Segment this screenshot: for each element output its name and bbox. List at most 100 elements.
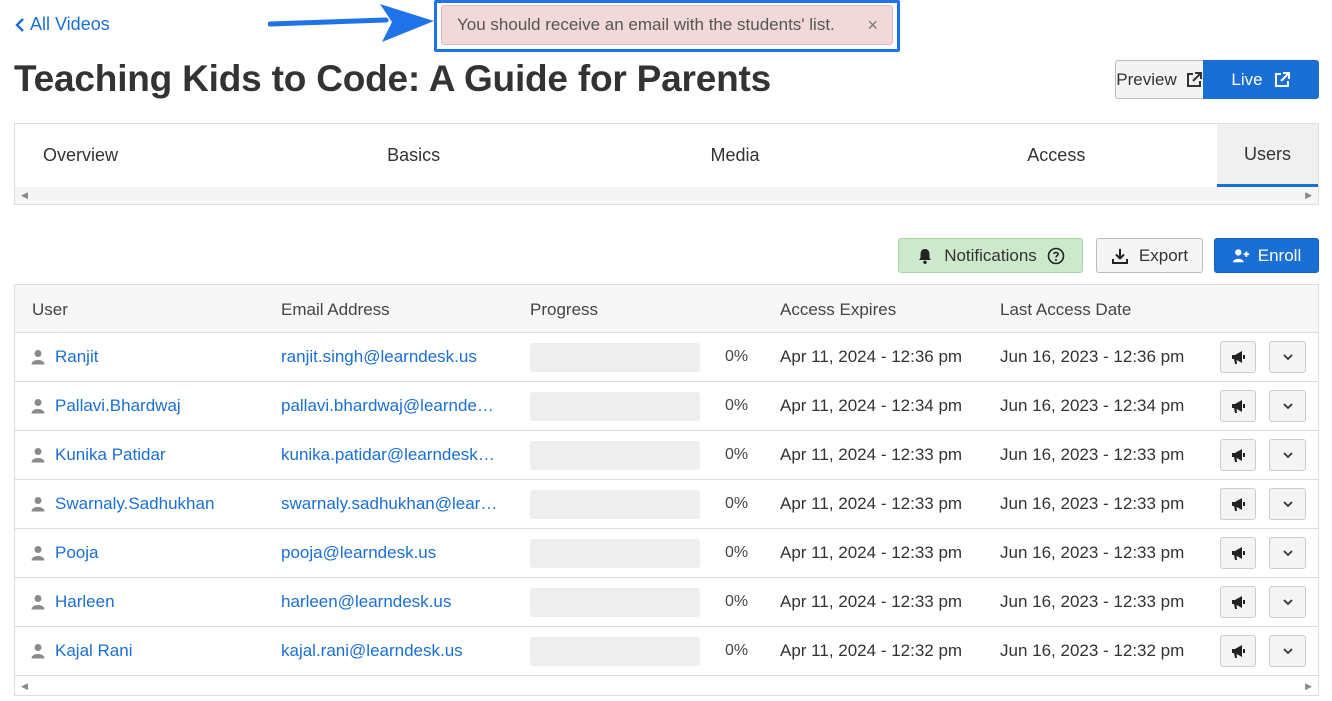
announce-button[interactable] (1220, 488, 1256, 520)
user-icon (31, 595, 45, 610)
megaphone-icon (1232, 645, 1245, 658)
user-cell[interactable]: Kajal Rani (31, 641, 133, 661)
table-scrollbar[interactable]: ◀ ▶ (15, 678, 1318, 695)
help-circle-icon (1047, 247, 1065, 264)
last-access-date: Jun 16, 2023 - 12:34 pm (1000, 396, 1185, 415)
tabs-scrollbar[interactable]: ◀ ▶ (15, 187, 1318, 204)
notifications-button[interactable]: Notifications (898, 238, 1083, 273)
user-name[interactable]: Swarnaly.Sadhukhan (55, 494, 214, 514)
user-icon (31, 497, 45, 512)
external-link-icon (1274, 71, 1290, 87)
access-expires: Apr 11, 2024 - 12:33 pm (780, 445, 963, 464)
last-access-date: Jun 16, 2023 - 12:33 pm (1000, 494, 1185, 513)
progress-percent: 0% (725, 446, 749, 463)
progress-bar (530, 441, 700, 470)
user-name[interactable]: Ranjit (55, 347, 98, 367)
user-name[interactable]: Kunika Patidar (55, 445, 166, 465)
row-menu-button[interactable] (1269, 537, 1306, 569)
progress-bar (530, 539, 700, 568)
email-link[interactable]: pooja@learndesk.us (281, 543, 436, 563)
row-menu-button[interactable] (1269, 586, 1306, 618)
last-access-date: Jun 16, 2023 - 12:33 pm (1000, 543, 1185, 562)
megaphone-icon (1232, 596, 1245, 609)
user-icon (31, 448, 45, 463)
user-cell[interactable]: Pooja (31, 543, 98, 563)
user-name[interactable]: Pallavi.Bhardwaj (55, 396, 181, 416)
header-user[interactable]: User (32, 300, 68, 320)
toast-message: You should receive an email with the stu… (457, 15, 835, 34)
preview-live-group: Preview Live (1115, 60, 1319, 99)
access-expires: Apr 11, 2024 - 12:33 pm (780, 543, 963, 562)
user-cell[interactable]: Kunika Patidar (31, 445, 166, 465)
chevron-down-icon (1282, 354, 1293, 361)
user-cell[interactable]: Ranjit (31, 347, 98, 367)
row-menu-button[interactable] (1269, 341, 1306, 373)
row-menu-button[interactable] (1269, 390, 1306, 422)
scroll-left-icon[interactable]: ◀ (21, 681, 28, 692)
progress-percent: 0% (725, 495, 749, 512)
email-link[interactable]: kunika.patidar@learndesk.us (281, 445, 499, 465)
tab-access[interactable]: Access (896, 124, 1217, 187)
tab-media[interactable]: Media (574, 124, 895, 187)
progress-bar (530, 637, 700, 666)
external-link-icon (1186, 71, 1202, 87)
tab-basics[interactable]: Basics (253, 124, 574, 187)
chevron-down-icon (1282, 599, 1293, 606)
scroll-right-icon[interactable]: ▶ (1305, 190, 1312, 201)
announce-button[interactable] (1220, 537, 1256, 569)
enroll-button[interactable]: Enroll (1214, 238, 1319, 273)
close-icon[interactable]: × (867, 15, 878, 36)
announce-button[interactable] (1220, 341, 1256, 373)
live-button[interactable]: Live (1203, 60, 1319, 99)
row-menu-button[interactable] (1269, 635, 1306, 667)
user-cell[interactable]: Pallavi.Bhardwaj (31, 396, 181, 416)
last-access-date: Jun 16, 2023 - 12:33 pm (1000, 445, 1185, 464)
email-link[interactable]: swarnaly.sadhukhan@learndesk.us (281, 494, 499, 514)
scroll-left-icon[interactable]: ◀ (21, 190, 28, 201)
preview-button[interactable]: Preview (1115, 60, 1203, 99)
user-name[interactable]: Harleen (55, 592, 115, 612)
tab-users[interactable]: Users (1216, 124, 1318, 187)
announce-button[interactable] (1220, 635, 1256, 667)
user-icon (31, 399, 45, 414)
megaphone-icon (1232, 400, 1245, 413)
progress-percent: 0% (725, 348, 749, 365)
megaphone-icon (1232, 351, 1245, 364)
progress-bar (530, 588, 700, 617)
row-menu-button[interactable] (1269, 488, 1306, 520)
email-link[interactable]: ranjit.singh@learndesk.us (281, 347, 477, 367)
chevron-down-icon (1282, 452, 1293, 459)
scroll-right-icon[interactable]: ▶ (1305, 681, 1312, 692)
user-name[interactable]: Kajal Rani (55, 641, 133, 661)
back-link-all-videos[interactable]: All Videos (14, 14, 110, 35)
email-link[interactable]: harleen@learndesk.us (281, 592, 451, 612)
table-header: User Email Address Progress Access Expir… (15, 285, 1318, 333)
users-table: User Email Address Progress Access Expir… (14, 284, 1319, 696)
email-link[interactable]: pallavi.bhardwaj@learndesk.us (281, 396, 499, 416)
row-menu-button[interactable] (1269, 439, 1306, 471)
table-row: Pallavi.Bhardwaj pallavi.bhardwaj@learnde… (15, 382, 1318, 431)
chevron-left-icon (15, 17, 24, 32)
tab-overview[interactable]: Overview (15, 124, 253, 187)
access-expires: Apr 11, 2024 - 12:33 pm (780, 592, 963, 611)
user-cell[interactable]: Harleen (31, 592, 115, 612)
announce-button[interactable] (1220, 390, 1256, 422)
header-email[interactable]: Email Address (281, 300, 390, 320)
announce-button[interactable] (1220, 586, 1256, 618)
announce-button[interactable] (1220, 439, 1256, 471)
export-button[interactable]: Export (1096, 238, 1203, 273)
user-name[interactable]: Pooja (55, 543, 98, 563)
back-link-label: All Videos (30, 14, 110, 34)
header-last-access[interactable]: Last Access Date (1000, 300, 1131, 320)
access-expires: Apr 11, 2024 - 12:32 pm (780, 641, 963, 660)
tabs-panel: Overview Basics Media Access Users ◀ ▶ (14, 123, 1319, 205)
header-access-expires[interactable]: Access Expires (780, 300, 896, 320)
live-label: Live (1231, 69, 1263, 89)
email-link[interactable]: kajal.rani@learndesk.us (281, 641, 463, 661)
user-cell[interactable]: Swarnaly.Sadhukhan (31, 494, 214, 514)
export-label: Export (1138, 245, 1189, 265)
table-row: Pooja pooja@learndesk.us 0% Apr 11, 2024 - … (15, 529, 1318, 578)
preview-label: Preview (1116, 69, 1177, 89)
header-progress[interactable]: Progress (530, 300, 598, 320)
progress-percent: 0% (725, 544, 749, 561)
